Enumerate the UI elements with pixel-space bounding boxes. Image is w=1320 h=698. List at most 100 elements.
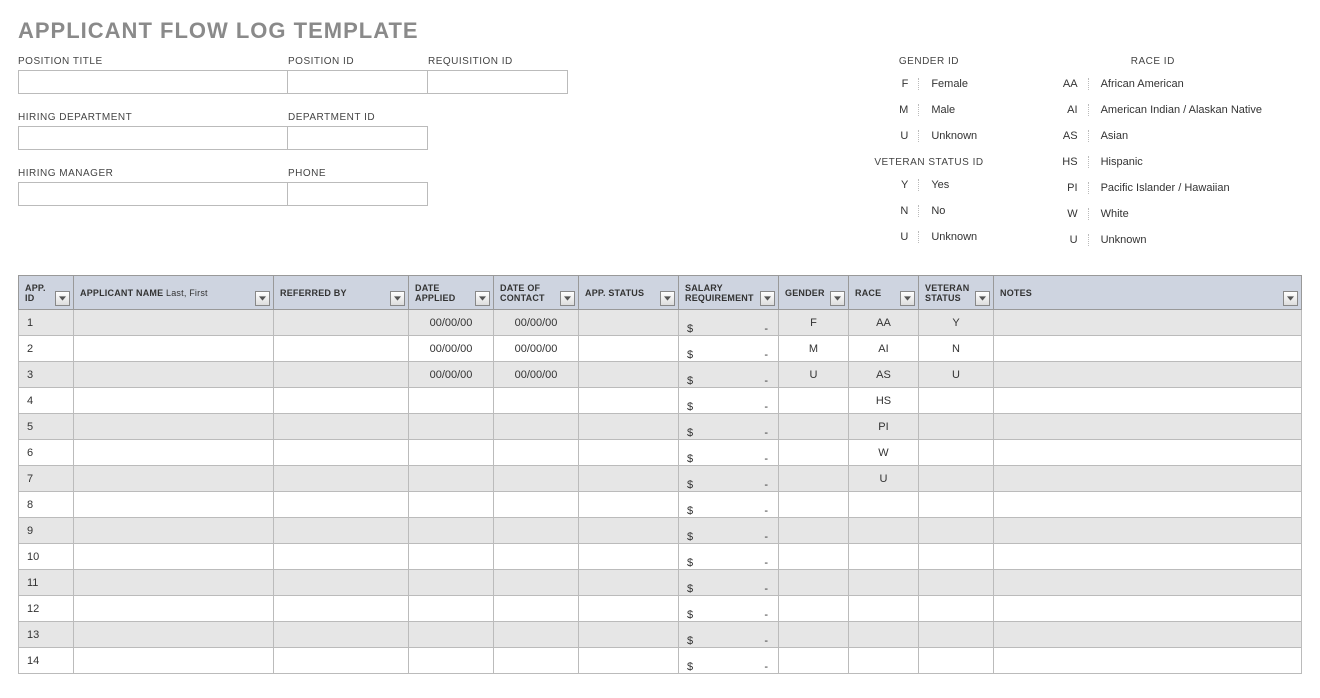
table-cell[interactable] [779, 388, 849, 414]
table-cell[interactable] [409, 518, 494, 544]
field-input[interactable] [428, 70, 568, 94]
filter-dropdown-icon[interactable] [475, 291, 490, 306]
table-cell[interactable]: 00/00/00 [409, 310, 494, 336]
table-cell[interactable] [409, 388, 494, 414]
table-cell[interactable] [779, 518, 849, 544]
table-cell[interactable] [919, 648, 994, 674]
table-cell[interactable] [994, 622, 1302, 648]
table-cell[interactable]: 5 [19, 414, 74, 440]
table-cell[interactable] [74, 336, 274, 362]
table-cell[interactable] [579, 466, 679, 492]
table-cell[interactable] [274, 518, 409, 544]
table-cell[interactable]: 8 [19, 492, 74, 518]
table-cell[interactable] [494, 648, 579, 674]
table-cell[interactable] [74, 310, 274, 336]
table-cell[interactable]: N [919, 336, 994, 362]
table-cell[interactable] [74, 570, 274, 596]
table-cell[interactable] [274, 440, 409, 466]
table-cell[interactable] [994, 492, 1302, 518]
table-cell[interactable] [494, 544, 579, 570]
table-cell-salary[interactable]: $- [679, 414, 779, 440]
table-cell[interactable] [74, 362, 274, 388]
table-cell[interactable] [409, 544, 494, 570]
table-cell[interactable] [409, 648, 494, 674]
table-cell[interactable] [779, 466, 849, 492]
table-cell[interactable] [579, 544, 679, 570]
table-cell-salary[interactable]: $- [679, 310, 779, 336]
table-cell[interactable] [74, 414, 274, 440]
table-cell[interactable]: M [779, 336, 849, 362]
table-cell[interactable]: W [849, 440, 919, 466]
table-cell[interactable]: 14 [19, 648, 74, 674]
table-cell[interactable] [779, 622, 849, 648]
table-cell[interactable] [74, 622, 274, 648]
field-input[interactable] [18, 182, 288, 206]
table-cell[interactable] [74, 440, 274, 466]
table-cell-salary[interactable]: $- [679, 440, 779, 466]
table-cell[interactable]: HS [849, 388, 919, 414]
table-cell-salary[interactable]: $- [679, 336, 779, 362]
table-cell-salary[interactable]: $- [679, 544, 779, 570]
table-cell[interactable]: 00/00/00 [494, 336, 579, 362]
table-cell[interactable]: F [779, 310, 849, 336]
table-cell[interactable] [494, 388, 579, 414]
table-cell[interactable] [994, 336, 1302, 362]
table-cell[interactable]: AA [849, 310, 919, 336]
table-cell[interactable] [579, 492, 679, 518]
table-cell[interactable]: 7 [19, 466, 74, 492]
table-cell-salary[interactable]: $- [679, 648, 779, 674]
table-cell[interactable]: U [779, 362, 849, 388]
table-cell-salary[interactable]: $- [679, 362, 779, 388]
table-cell-salary[interactable]: $- [679, 622, 779, 648]
table-cell[interactable] [579, 440, 679, 466]
table-cell[interactable]: AI [849, 336, 919, 362]
table-cell[interactable] [74, 596, 274, 622]
table-cell[interactable] [494, 414, 579, 440]
table-cell[interactable]: 11 [19, 570, 74, 596]
table-cell[interactable]: PI [849, 414, 919, 440]
table-cell[interactable]: Y [919, 310, 994, 336]
table-cell-salary[interactable]: $- [679, 596, 779, 622]
table-cell[interactable] [409, 414, 494, 440]
table-cell[interactable] [494, 622, 579, 648]
table-cell[interactable] [579, 310, 679, 336]
table-cell[interactable] [919, 518, 994, 544]
table-cell[interactable]: 2 [19, 336, 74, 362]
table-cell[interactable] [919, 388, 994, 414]
table-cell[interactable] [994, 570, 1302, 596]
table-cell[interactable] [409, 466, 494, 492]
table-cell[interactable] [579, 388, 679, 414]
table-cell-salary[interactable]: $- [679, 518, 779, 544]
filter-dropdown-icon[interactable] [255, 291, 270, 306]
table-cell-salary[interactable]: $- [679, 388, 779, 414]
table-cell[interactable] [494, 466, 579, 492]
field-input[interactable] [288, 70, 428, 94]
table-cell[interactable] [274, 648, 409, 674]
table-cell[interactable] [74, 544, 274, 570]
table-cell[interactable] [579, 336, 679, 362]
table-cell[interactable] [274, 622, 409, 648]
table-cell[interactable] [919, 466, 994, 492]
filter-dropdown-icon[interactable] [1283, 291, 1298, 306]
filter-dropdown-icon[interactable] [660, 291, 675, 306]
table-cell[interactable]: 00/00/00 [409, 336, 494, 362]
table-cell[interactable] [579, 622, 679, 648]
table-cell[interactable]: U [919, 362, 994, 388]
table-cell[interactable] [994, 362, 1302, 388]
table-cell[interactable] [274, 466, 409, 492]
filter-dropdown-icon[interactable] [390, 291, 405, 306]
filter-dropdown-icon[interactable] [975, 291, 990, 306]
table-cell[interactable] [779, 570, 849, 596]
table-cell[interactable] [494, 570, 579, 596]
table-cell-salary[interactable]: $- [679, 570, 779, 596]
table-cell[interactable] [494, 440, 579, 466]
table-cell[interactable] [779, 596, 849, 622]
table-cell[interactable] [849, 596, 919, 622]
table-cell[interactable]: 00/00/00 [409, 362, 494, 388]
table-cell[interactable] [409, 596, 494, 622]
table-cell[interactable] [579, 518, 679, 544]
table-cell[interactable] [919, 544, 994, 570]
table-cell[interactable]: 00/00/00 [494, 362, 579, 388]
table-cell[interactable] [994, 440, 1302, 466]
table-cell[interactable] [409, 440, 494, 466]
